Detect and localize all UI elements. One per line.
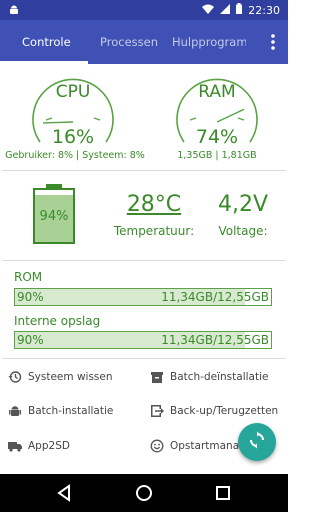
- internal-storage-label: Interne opslag: [14, 314, 101, 328]
- refresh-fab-button[interactable]: [238, 423, 276, 461]
- action-label: Systeem wissen: [28, 371, 113, 383]
- archive-icon: [150, 370, 164, 384]
- divider: [2, 260, 286, 261]
- action-system-clean[interactable]: Systeem wissen: [8, 367, 113, 387]
- ram-percent: 74%: [195, 126, 239, 148]
- divider: [2, 358, 286, 359]
- rom-bar: 90% 11,34GB/12,55GB: [14, 288, 272, 306]
- system-navigation-bar: [0, 474, 288, 512]
- action-label: Opstartmanag: [170, 440, 246, 452]
- android-icon: [8, 404, 22, 418]
- android-icon: [8, 4, 20, 19]
- tab-indicator: [0, 61, 88, 64]
- cpu-gauge-title: CPU: [55, 82, 91, 102]
- internal-storage-value: 11,34GB/12,55GB: [161, 333, 269, 347]
- internal-storage-bar: 90% 11,34GB/12,55GB: [14, 331, 272, 349]
- action-label: Batch-deïnstallatie: [170, 371, 269, 383]
- status-bar: 22:30: [0, 0, 288, 20]
- back-icon[interactable]: [56, 484, 72, 506]
- rom-value: 11,34GB/12,55GB: [161, 290, 269, 304]
- wifi-icon: [202, 4, 215, 17]
- smiley-icon: [150, 439, 164, 453]
- history-icon: [8, 370, 22, 384]
- action-backup-restore[interactable]: Back-up/Terugzetten: [150, 401, 278, 421]
- home-icon[interactable]: [135, 484, 153, 506]
- voltage-label: Voltage:: [218, 224, 268, 238]
- internal-storage-percent: 90%: [17, 333, 44, 347]
- recents-icon[interactable]: [215, 485, 231, 505]
- action-label: Batch-installatie: [28, 405, 114, 417]
- rom-percent: 90%: [17, 290, 44, 304]
- temperature-value: 28°C: [126, 192, 182, 217]
- voltage-value: 4,2V: [217, 192, 269, 217]
- ram-detail: 1,35GB | 1,81GB: [177, 150, 257, 161]
- action-label: App2SD: [28, 440, 70, 452]
- action-app2sd[interactable]: App2SD: [8, 436, 70, 456]
- tab-hulpprogrammas[interactable]: Hulpprogramm: [172, 20, 246, 64]
- signal-icon: [220, 3, 231, 17]
- action-batch-install[interactable]: Batch-installatie: [8, 401, 113, 421]
- truck-icon: [8, 439, 22, 453]
- refresh-icon: [248, 431, 266, 453]
- tab-processen[interactable]: Processen: [100, 20, 158, 64]
- divider: [2, 170, 286, 171]
- battery-card: 94% 28°C Temperatuur: 4,2V Voltage:: [2, 172, 286, 256]
- exit-icon: [150, 404, 164, 418]
- cpu-percent: 16%: [51, 126, 95, 148]
- battery-icon: [236, 3, 243, 17]
- tab-controle[interactable]: Controle: [22, 20, 71, 64]
- ram-gauge-title: RAM: [198, 82, 236, 102]
- gauges-card: CPU 16% Gebruiker: 8% | Systeem: 8% RAM …: [2, 66, 286, 168]
- battery-percent: 94%: [39, 209, 69, 224]
- cpu-detail: Gebruiker: 8% | Systeem: 8%: [5, 150, 145, 161]
- app-bar: Controle Processen Hulpprogramm: [0, 20, 288, 64]
- clock-time: 22:30: [248, 3, 280, 17]
- action-label: Back-up/Terugzetten: [170, 405, 279, 417]
- action-batch-uninstall[interactable]: Batch-deïnstallatie: [150, 367, 268, 387]
- temperature-label: Temperatuur:: [113, 224, 195, 238]
- action-startup-manager[interactable]: Opstartmanag: [150, 436, 246, 456]
- overflow-menu-icon[interactable]: [270, 33, 276, 51]
- rom-label: ROM: [14, 270, 43, 284]
